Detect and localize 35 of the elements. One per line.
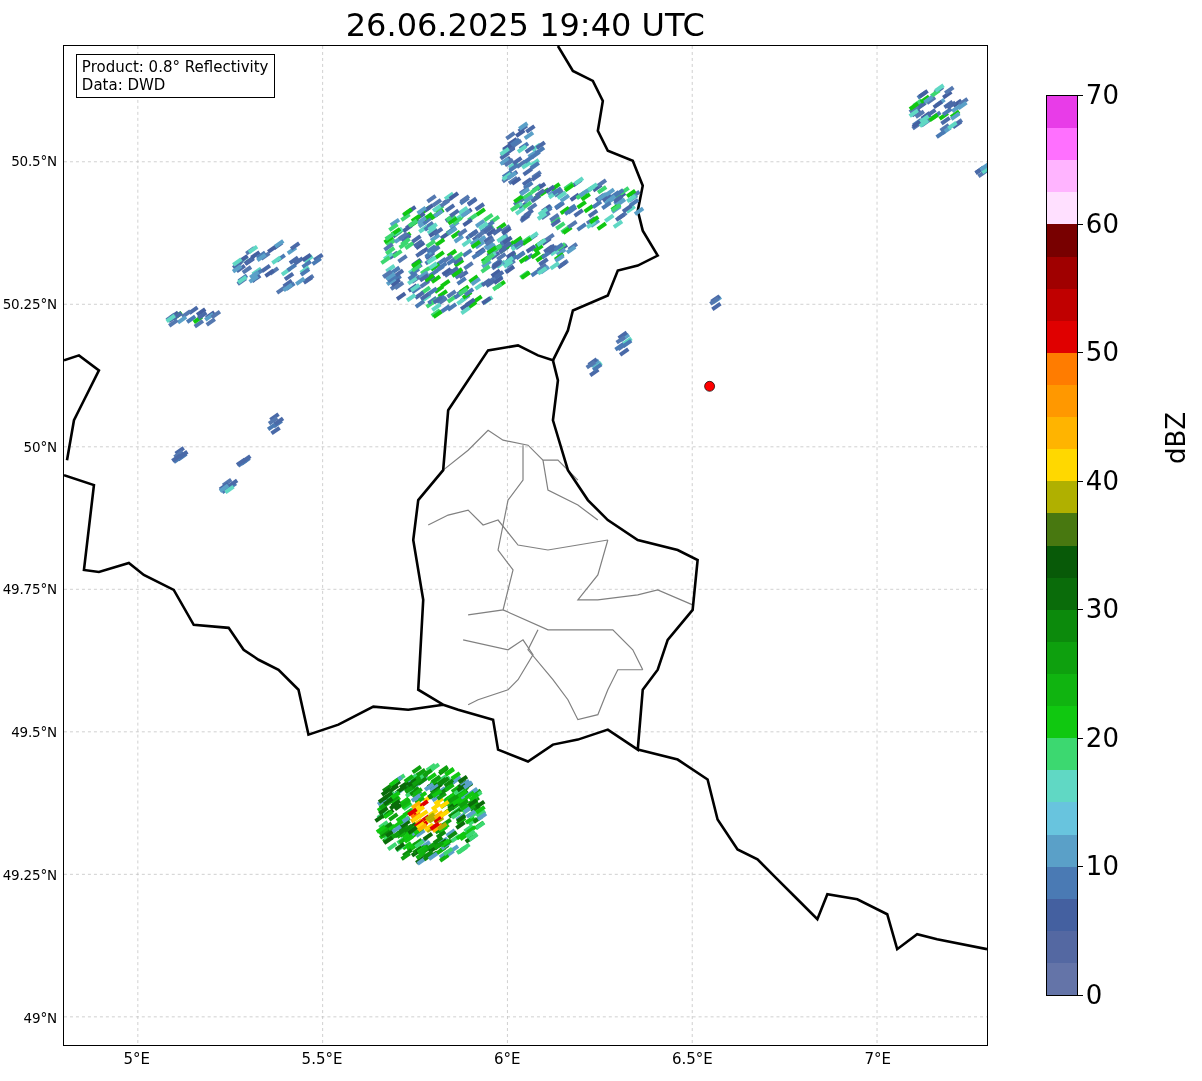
colorbar-tick-label: 10 <box>1085 851 1119 882</box>
latitude-label: 50°N <box>23 437 57 456</box>
radar-echo <box>235 454 252 468</box>
radar-echo <box>218 478 239 495</box>
longitude-label: 6.5°E <box>672 1050 713 1068</box>
radar-echo <box>266 412 285 436</box>
info-text: Data: DWD <box>81 76 167 94</box>
colorbar-tick-label: 30 <box>1085 594 1119 625</box>
colorbar-tick-label: 0 <box>1085 980 1103 1010</box>
longitude-label: 7°E <box>864 1050 891 1068</box>
latitude-label: 49.75°N <box>2 580 57 599</box>
colorbar-tick-label: 70 <box>1085 80 1119 110</box>
longitude-label: 5.5°E <box>301 1050 343 1068</box>
colorbar-tick-label: 50 <box>1085 337 1119 368</box>
location-marker <box>704 380 715 392</box>
latitude-label: 49.25°N <box>2 866 57 884</box>
longitude-label: 5°E <box>123 1050 151 1068</box>
colorbar-unit-label: dBZ <box>1160 411 1191 465</box>
radar-echo <box>614 330 633 357</box>
radar-echo <box>908 83 969 139</box>
radar-echo <box>585 357 603 378</box>
radar-echo <box>974 162 987 179</box>
colorbar-tick-label: 20 <box>1085 722 1119 753</box>
longitude-label: 6°E <box>493 1050 521 1068</box>
latitude-label: 49.5°N <box>11 723 57 742</box>
radar-echo <box>709 294 722 311</box>
colorbar-tick-label: 40 <box>1085 465 1119 496</box>
latitude-label: 50.25°N <box>2 294 57 313</box>
colorbar-tick-label: 60 <box>1085 208 1119 239</box>
chart-title: 26.06.2025 19:40 UTC <box>344 5 706 45</box>
latitude-label: 50.5°N <box>11 152 57 170</box>
latitude-label: 49°N <box>23 1008 57 1027</box>
radar-echo <box>165 305 221 329</box>
info-text: Product: 0.8° Reflectivity <box>81 58 269 76</box>
radar-echo <box>171 446 189 464</box>
